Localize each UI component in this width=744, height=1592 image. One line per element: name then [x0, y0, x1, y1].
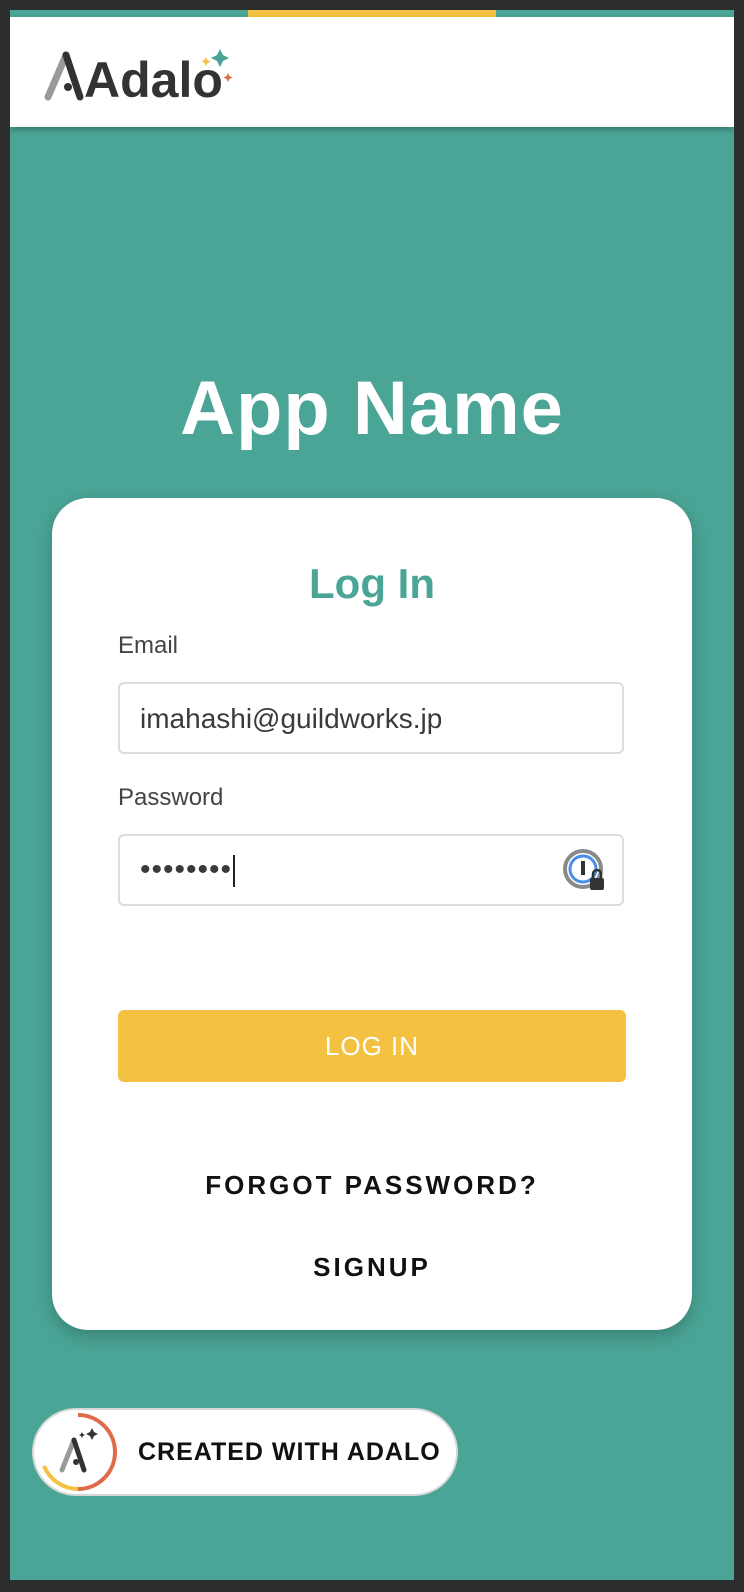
text-caret	[233, 855, 236, 888]
app-title: App Name	[180, 366, 564, 451]
password-field[interactable]: ••••••••	[118, 834, 624, 906]
email-value: imahashi@guildworks.jp	[140, 703, 443, 734]
top-progress-accent	[248, 10, 496, 17]
email-label: Email	[118, 632, 179, 659]
created-with-adalo-badge[interactable]: CREATED WITH ADALO	[32, 1408, 458, 1496]
app-header: Adalo	[10, 17, 734, 127]
email-field[interactable]: imahashi@guildworks.jp	[118, 682, 624, 754]
logo-text: Adalo	[84, 52, 223, 108]
password-label: Password	[118, 784, 224, 811]
app-screen: Adalo App Name Log In Email imahashi@gui…	[10, 10, 734, 1580]
log-in-button[interactable]: LOG IN	[118, 1010, 626, 1082]
password-manager-lock-icon[interactable]	[562, 848, 608, 894]
login-title: Log In	[309, 560, 435, 607]
password-value: ••••••••	[140, 836, 236, 904]
login-card: Log In Email imahashi@guildworks.jp Pass…	[52, 498, 692, 1330]
signup-link[interactable]: SIGNUP	[52, 1252, 692, 1283]
forgot-password-link[interactable]: FORGOT PASSWORD?	[52, 1170, 692, 1201]
adalo-logo[interactable]: Adalo	[44, 39, 234, 109]
badge-label: CREATED WITH ADALO	[138, 1438, 441, 1466]
adalo-badge-icon	[34, 1408, 122, 1496]
